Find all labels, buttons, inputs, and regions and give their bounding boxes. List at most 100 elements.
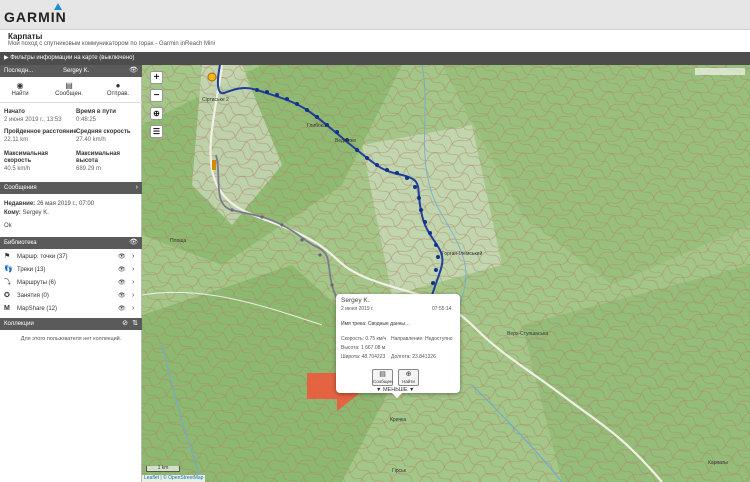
map-attribution[interactable]: Leaflet | © OpenStreetMap <box>142 475 206 482</box>
library-item-label: Маршруты (6) <box>17 280 56 286</box>
max-altitude-value: 689.29 m <box>76 166 102 172</box>
zoom-out-button[interactable]: − <box>150 89 163 102</box>
popup-message-button[interactable]: ▤ Сообщен. <box>372 369 394 386</box>
locate-button[interactable]: ⊕ <box>150 107 163 120</box>
flag-icon: ⚑ <box>4 253 11 260</box>
last-position-label: Последн... <box>4 68 34 74</box>
map-label: Площа <box>170 238 187 244</box>
map-label: Сіртиське 2 <box>202 97 229 103</box>
message-icon: ▤ <box>379 371 386 378</box>
start-value: 2 июня 2019 г., 13:53 <box>4 117 62 123</box>
chevron-right-icon[interactable]: › <box>136 182 138 194</box>
popup-longitude: Долгота: 23.841326 <box>391 354 436 360</box>
messages-header[interactable]: Сообщения › <box>0 182 142 194</box>
popup-tip <box>391 392 403 398</box>
popup-find-button[interactable]: ⊕ Найти <box>398 369 419 386</box>
eye-icon[interactable]: 👁 <box>118 264 126 276</box>
target-icon: ⊕ <box>405 371 412 378</box>
location-popup: Sergey K. 2 июня 2019 г. 07:55:14 Имя тр… <box>336 294 460 398</box>
max-speed-value: 40.5 km/h <box>4 166 31 172</box>
map-label: Кричка <box>390 417 407 423</box>
popup-altitude: Высота: 1 667.08 м <box>341 345 386 351</box>
chevron-right-icon[interactable]: › <box>132 251 134 263</box>
library-item-waypoints[interactable]: ⚑ Маршр. точки (37) 👁 › <box>0 251 142 263</box>
reorder-icon[interactable]: ⇅ <box>132 318 138 330</box>
library-item-mapshare[interactable]: M MapShare (12) 👁 › <box>0 303 142 315</box>
distance-value: 22.11 km <box>4 137 29 143</box>
message-to: Кому: Sergey K. <box>4 210 49 216</box>
max-speed-label: Максимальная <box>4 151 49 157</box>
library-item-label: Треки (13) <box>17 267 46 273</box>
eye-icon[interactable]: 👁 <box>118 290 126 302</box>
distance-stat: Пройденное расстояние 22.11 km <box>4 129 77 144</box>
title-bar: Карпаты Мой поход с спутниковым коммуник… <box>0 30 750 52</box>
collections-header[interactable]: Коллекции ⊘ ⇅ <box>0 318 142 330</box>
message-action-button[interactable]: ▤ Сообщен. <box>49 81 89 97</box>
map-scale-overlay <box>695 68 745 75</box>
distance-label: Пройденное расстояние <box>4 129 77 135</box>
max-speed-label-2: скорость <box>4 158 32 164</box>
popup-message-label: Сообщен. <box>373 379 394 384</box>
message-to-value: Sergey K. <box>22 210 49 216</box>
library-item-activities[interactable]: ✪ Занятия (0) 👁 › <box>0 290 142 302</box>
sidebar: Последн... Sergey K. 👁 ◉ Найти ▤ Сообщен… <box>0 65 142 482</box>
map-label: Верх-Ступшаська <box>507 331 549 337</box>
target-icon: ◉ <box>16 81 24 90</box>
chevron-right-icon[interactable]: › <box>132 303 134 315</box>
last-position-header[interactable]: Последн... Sergey K. 👁 <box>0 65 142 77</box>
visibility-eye-icon[interactable]: 👁 <box>129 237 138 249</box>
avg-speed-value: 27.40 km/h <box>76 137 106 143</box>
library-item-label: Маршр. точки (37) <box>17 254 68 260</box>
message-icon: ▤ <box>65 81 73 90</box>
hide-eye-icon[interactable]: ⊘ <box>122 318 128 330</box>
popup-find-label: Найти <box>402 379 415 384</box>
eye-icon[interactable]: 👁 <box>118 277 126 289</box>
find-action-label: Найти <box>11 91 29 97</box>
chevron-right-icon[interactable]: › <box>132 277 134 289</box>
avg-speed-label: Средняя скорость <box>76 129 131 135</box>
activity-icon: ✪ <box>4 292 10 299</box>
max-speed-stat: Максимальная скорость 40.5 km/h <box>4 151 48 173</box>
send-action-button[interactable]: ● Отправ. <box>98 81 138 97</box>
moving-time-value: 0:48:25 <box>76 117 97 123</box>
mapshare-icon: M <box>4 305 10 312</box>
start-stat: Начато 2 июня 2019 г., 13:53 <box>4 109 62 124</box>
eye-icon[interactable]: 👁 <box>118 303 126 315</box>
popup-latitude: Широта: 48.704223 <box>341 354 386 360</box>
popup-date: 2 июня 2019 г. <box>341 306 374 312</box>
map-view[interactable]: Сіртиське 2 Площа Горган-Ілемський Верх-… <box>142 65 750 482</box>
max-altitude-label-2: высота <box>76 158 98 164</box>
popup-user-name: Sergey K. <box>341 297 370 304</box>
find-action-button[interactable]: ◉ Найти <box>0 81 40 97</box>
eye-icon[interactable]: 👁 <box>118 251 126 263</box>
message-action-label: Сообщен. <box>55 91 83 97</box>
chevron-right-icon[interactable]: › <box>132 264 134 276</box>
library-item-tracks[interactable]: 👣 Треки (13) 👁 › <box>0 264 142 276</box>
popup-time: 07:55:14 <box>432 306 452 312</box>
route-icon: ⤵ <box>4 279 11 286</box>
library-label: Библиотека <box>4 240 37 246</box>
library-item-label: Занятия (0) <box>17 293 49 299</box>
garmin-logo[interactable]: GARMIN <box>4 9 67 25</box>
map-label: Горган-Ілемський <box>442 251 483 257</box>
avg-speed-stat: Средняя скорость 27.40 km/h <box>76 129 131 144</box>
visibility-eye-icon[interactable]: 👁 <box>129 65 138 77</box>
layers-button[interactable]: ☰ <box>150 125 163 138</box>
max-altitude-label: Максимальная <box>76 151 121 157</box>
map-label: Гірськ <box>392 468 406 474</box>
library-item-routes[interactable]: ⤵ Маршруты (6) 👁 › <box>0 277 142 289</box>
logo-triangle-icon <box>54 3 62 10</box>
library-header[interactable]: Библиотека 👁 <box>0 237 142 249</box>
popup-track-name: Имя трека: Сводные данны… <box>341 321 410 327</box>
map-label: Ведмеже <box>335 138 357 144</box>
pin-icon: ● <box>115 81 121 90</box>
message-body: Ok <box>4 223 12 229</box>
map-label: Глибока <box>307 123 326 129</box>
max-altitude-stat: Максимальная высота 689.29 m <box>76 151 120 173</box>
map-filter-toggle[interactable]: ▶ Фильтры информации на карте (выключено… <box>0 52 750 65</box>
message-recent[interactable]: Недавние: 26 мая 2019 г., 07:00 <box>4 201 94 207</box>
zoom-in-button[interactable]: + <box>150 71 163 84</box>
messages-label: Сообщения <box>4 185 37 191</box>
chevron-right-icon[interactable]: › <box>132 290 134 302</box>
footprints-icon: 👣 <box>4 266 13 273</box>
